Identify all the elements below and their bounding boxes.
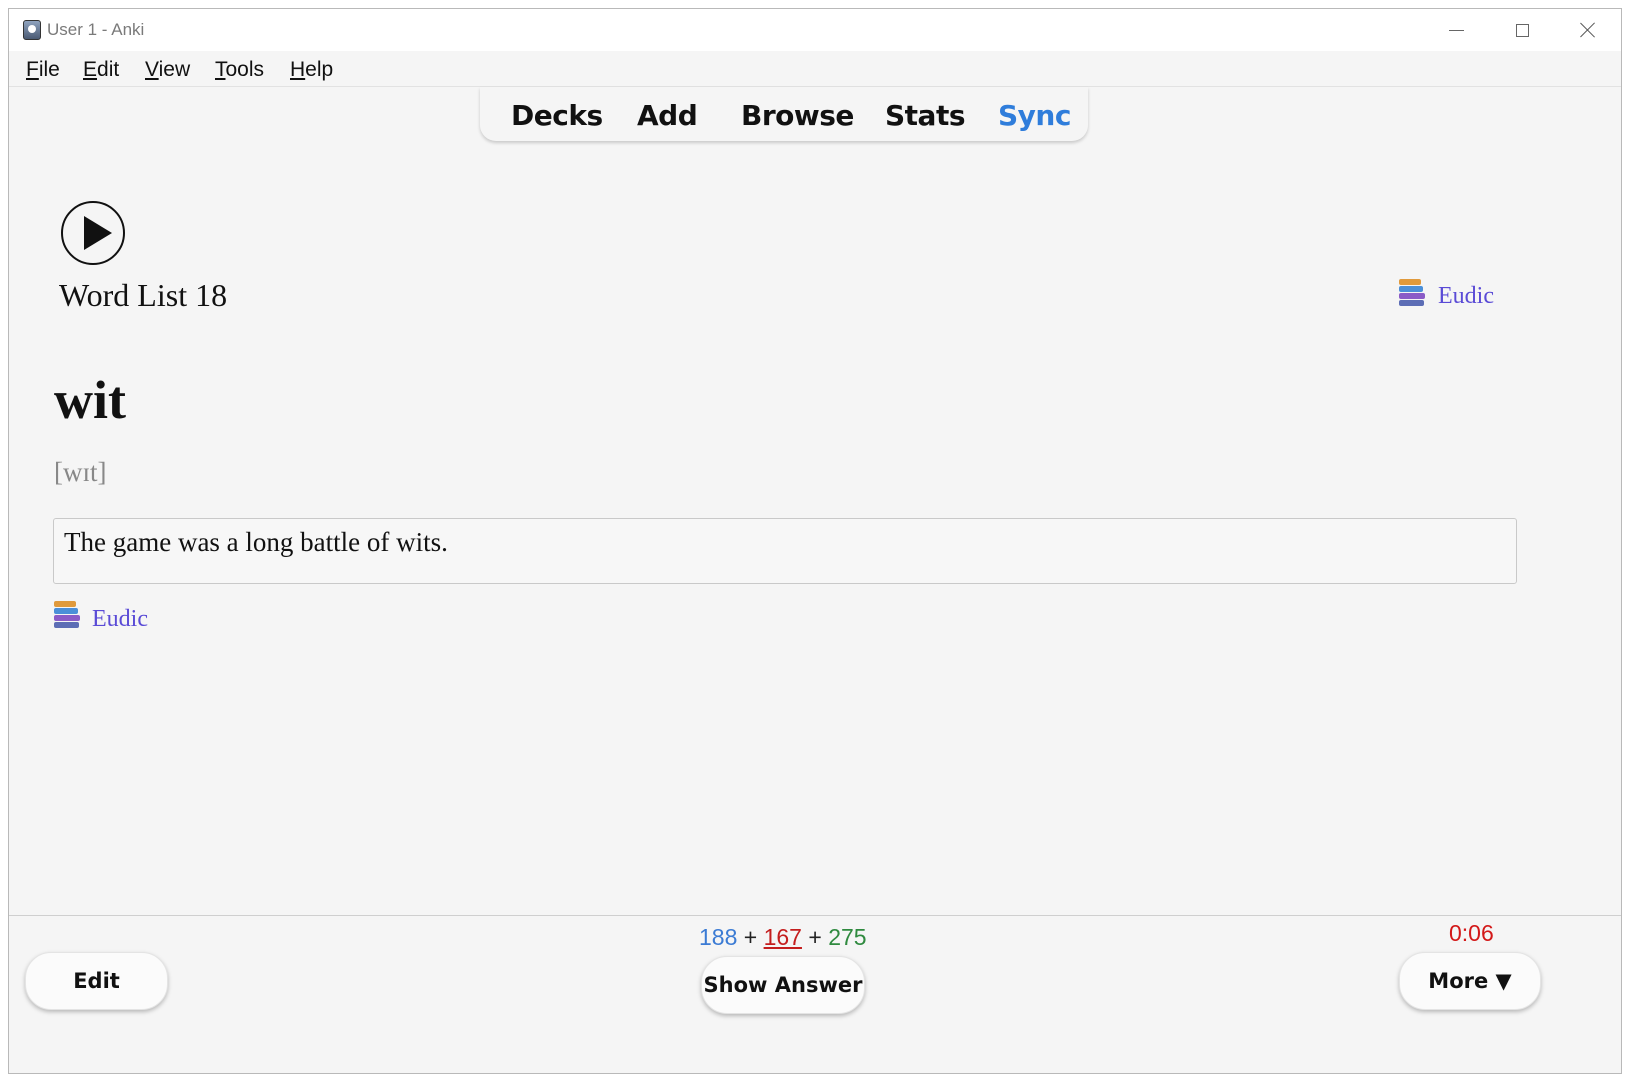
- play-audio-button[interactable]: [61, 201, 125, 265]
- menu-edit-accel: E: [83, 58, 98, 81]
- maximize-icon: [1515, 23, 1529, 37]
- eudic-link-top[interactable]: Eudic: [1438, 283, 1494, 310]
- anki-window: User 1 - Anki File Edit View Tools Help …: [8, 8, 1622, 1074]
- minimize-icon: [1448, 29, 1464, 31]
- menu-file[interactable]: File: [26, 58, 60, 82]
- toolbar-sync[interactable]: Sync: [998, 99, 1071, 132]
- menu-edit[interactable]: Edit: [83, 58, 119, 82]
- window-title: User 1 - Anki: [47, 20, 145, 39]
- dictionary-books-icon: [1399, 279, 1425, 307]
- show-answer-button[interactable]: Show Answer: [701, 956, 865, 1014]
- maximize-button[interactable]: [1489, 9, 1555, 51]
- menu-view-accel: V: [145, 58, 159, 81]
- menu-file-accel: F: [26, 58, 39, 81]
- close-button[interactable]: [1555, 9, 1621, 51]
- eudic-link-bottom[interactable]: Eudic: [92, 606, 148, 633]
- card-timer: 0:06: [1449, 920, 1494, 946]
- reviewer-bottom-bar: 188 + 167 + 275 0:06 Edit Show Answer Mo…: [9, 915, 1621, 1073]
- menu-edit-rest: dit: [97, 58, 120, 81]
- menu-bar: File Edit View Tools Help: [9, 51, 1621, 87]
- close-icon: [1580, 22, 1596, 38]
- deck-name: Word List 18: [59, 277, 228, 313]
- toolbar-stats[interactable]: Stats: [885, 99, 966, 132]
- title-bar: User 1 - Anki: [9, 9, 1621, 51]
- more-button[interactable]: More ▼: [1399, 952, 1541, 1010]
- card-content: Word List 18 Eudic wit [wɪt] The game wa…: [9, 141, 1621, 911]
- toolbar-browse[interactable]: Browse: [741, 99, 854, 132]
- edit-button[interactable]: Edit: [25, 952, 168, 1010]
- new-count: 188: [699, 924, 738, 950]
- menu-view[interactable]: View: [145, 58, 190, 82]
- menu-help-rest: elp: [305, 58, 334, 81]
- menu-tools[interactable]: Tools: [215, 58, 264, 82]
- minimize-button[interactable]: [1423, 9, 1489, 51]
- plus-sign: +: [808, 924, 822, 950]
- dictionary-books-icon: [54, 601, 80, 629]
- learn-count: 167: [763, 924, 802, 950]
- card-phonetic: [wɪt]: [54, 457, 107, 487]
- menu-help-accel: H: [290, 58, 306, 81]
- menu-tools-rest: ools: [225, 58, 265, 81]
- menu-view-rest: iew: [158, 58, 191, 81]
- example-sentence: The game was a long battle of wits.: [64, 527, 448, 557]
- card-word: wit: [54, 370, 126, 430]
- anki-app-icon: [23, 20, 41, 40]
- toolbar-decks[interactable]: Decks: [511, 99, 603, 132]
- plus-sign: +: [743, 924, 758, 950]
- toolbar-add[interactable]: Add: [637, 99, 698, 132]
- menu-help[interactable]: Help: [290, 58, 333, 82]
- menu-file-rest: ile: [38, 58, 60, 81]
- example-sentence-box: The game was a long battle of wits.: [53, 518, 1517, 584]
- menu-tools-accel: T: [215, 58, 226, 81]
- main-toolbar: Decks Add Browse Stats Sync: [480, 87, 1088, 141]
- due-counts: 188 + 167 + 275: [699, 924, 867, 951]
- review-count: 275: [828, 924, 867, 950]
